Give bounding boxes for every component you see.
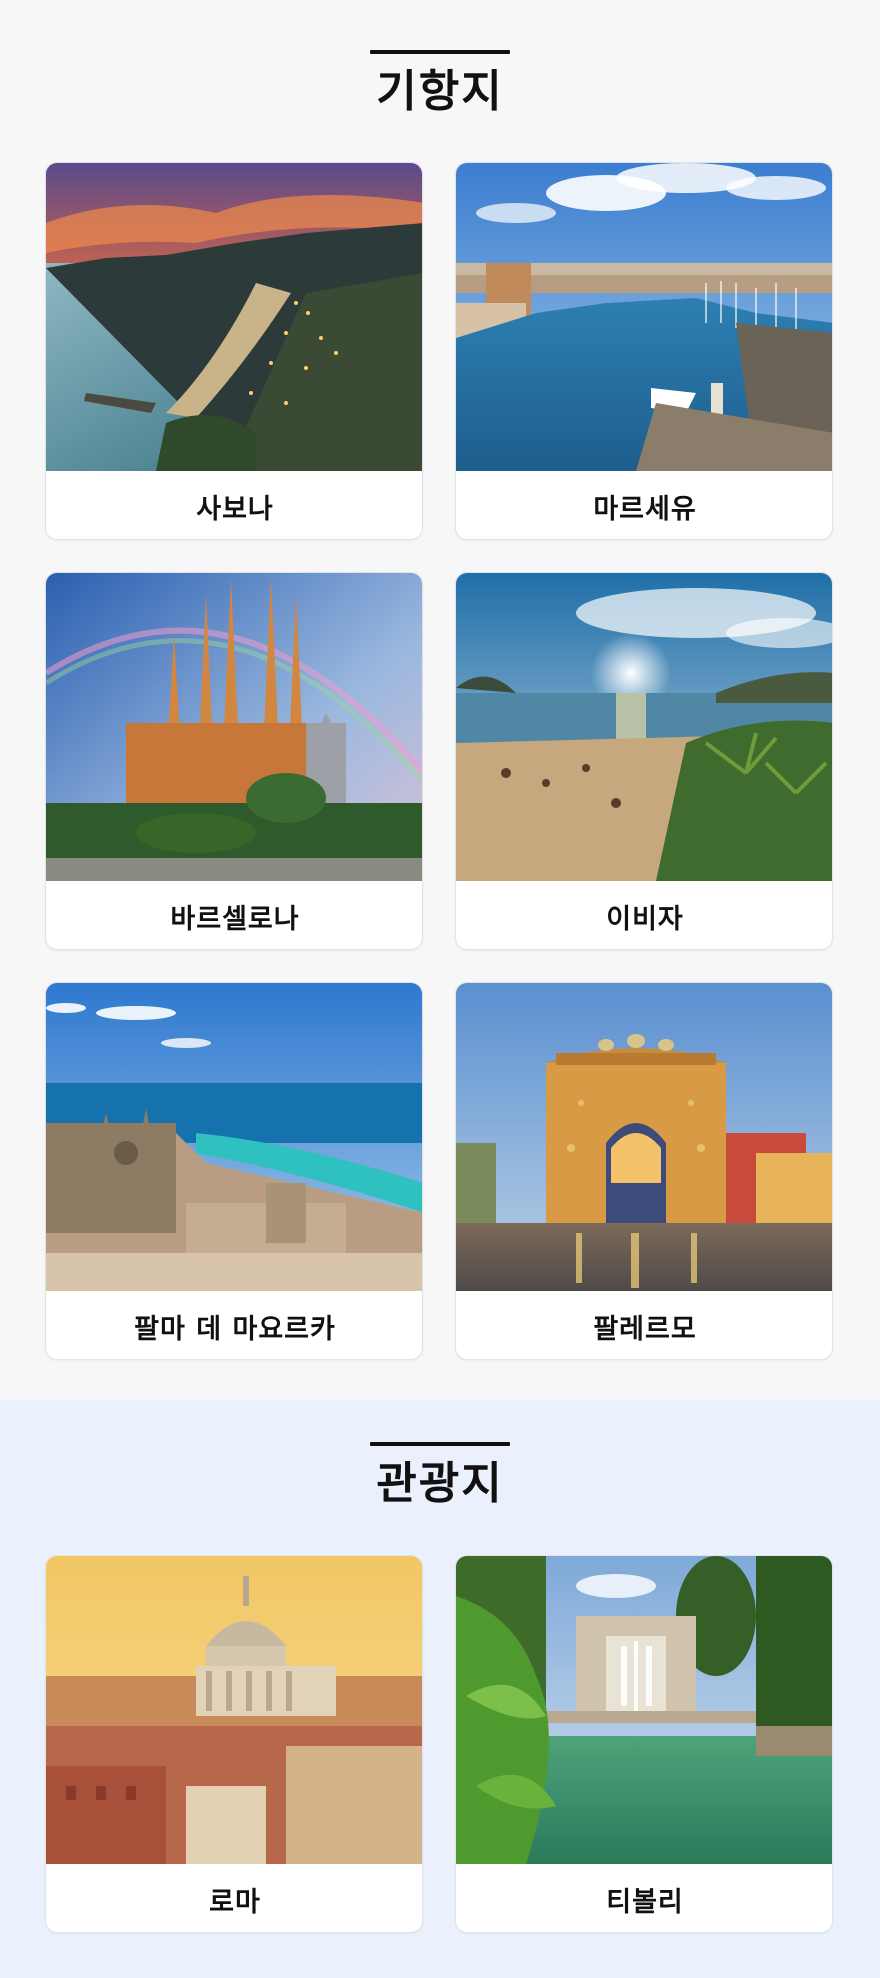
sights-title-block: 관광지 (0, 1442, 880, 1510)
sight-card-rome[interactable]: 로마 (45, 1555, 423, 1933)
card-label: 마르세유 (593, 493, 697, 525)
palma-photo (46, 983, 422, 1291)
card-label: 이비자 (606, 903, 684, 935)
sights-section: 관광지 로마 티볼리 (0, 1400, 880, 1978)
port-card-palma-de-mallorca[interactable]: 팔마 데 마요르카 (45, 982, 423, 1360)
ports-section: 기항지 사보나 마르세유 바르셀로나 이비자 팔마 데 마요르카 팔레르모 (0, 0, 880, 1400)
rome-photo (46, 1556, 422, 1864)
ports-title-block: 기항지 (0, 50, 880, 118)
title-underline-bar (370, 1442, 510, 1446)
savona-photo (46, 163, 422, 471)
port-card-ibiza[interactable]: 이비자 (455, 572, 833, 950)
card-label: 바르셀로나 (170, 903, 300, 935)
marseille-photo (456, 163, 832, 471)
barcelona-photo (46, 573, 422, 881)
card-label: 로마 (209, 1886, 261, 1918)
ibiza-photo (456, 573, 832, 881)
port-card-marseille[interactable]: 마르세유 (455, 162, 833, 540)
card-label: 팔마 데 마요르카 (134, 1313, 336, 1345)
port-card-savona[interactable]: 사보나 (45, 162, 423, 540)
palermo-photo (456, 983, 832, 1291)
card-label: 팔레르모 (593, 1313, 697, 1345)
tivoli-photo (456, 1556, 832, 1864)
title-underline-bar (370, 50, 510, 54)
card-label: 사보나 (196, 493, 274, 525)
card-label: 티볼리 (606, 1886, 684, 1918)
sights-section-title: 관광지 (376, 1458, 504, 1509)
port-card-palermo[interactable]: 팔레르모 (455, 982, 833, 1360)
ports-section-title: 기항지 (376, 66, 504, 117)
port-card-barcelona[interactable]: 바르셀로나 (45, 572, 423, 950)
sight-card-tivoli[interactable]: 티볼리 (455, 1555, 833, 1933)
